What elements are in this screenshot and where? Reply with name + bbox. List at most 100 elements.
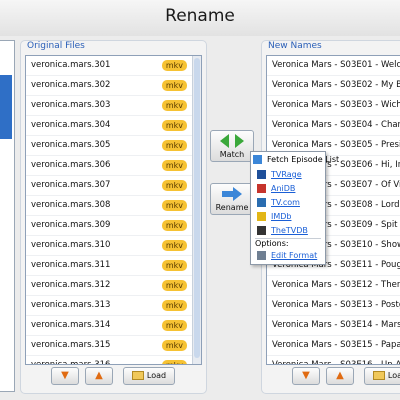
menu-item-tvrage[interactable]: TVRage (257, 169, 302, 181)
file-name: veronica.mars.312 (31, 280, 111, 290)
load-button[interactable]: Load (364, 367, 400, 385)
match-label: Match (219, 150, 245, 159)
vertical-scrollbar[interactable] (192, 56, 201, 364)
file-name: veronica.mars.303 (31, 100, 111, 110)
file-extension-badge: mkv (161, 60, 187, 71)
new-name-row[interactable]: Veronica Mars - S03E12 - There's Got to (267, 276, 400, 296)
file-name: veronica.mars.307 (31, 180, 111, 190)
file-row[interactable]: veronica.mars.316 mkv (26, 356, 201, 365)
new-names-label: New Names (266, 41, 324, 51)
new-name-row[interactable]: Veronica Mars - S03E13 - Postgame Mor (267, 296, 400, 316)
arrow-down-icon: ▼ (61, 370, 69, 381)
file-name: veronica.mars.309 (31, 220, 111, 230)
original-files-label: Original Files (25, 41, 87, 51)
options-label: Options: (255, 239, 289, 248)
file-row[interactable]: veronica.mars.314 mkv (26, 316, 201, 336)
file-name: veronica.mars.314 (31, 320, 111, 330)
file-name: veronica.mars.301 (31, 60, 111, 70)
file-extension-badge: mkv (161, 300, 187, 311)
file-extension-badge: mkv (161, 360, 187, 364)
fetch-episode-list-header: Fetch Episode List (253, 154, 339, 166)
move-down-button[interactable]: ▼ (51, 367, 79, 385)
move-up-button[interactable]: ▲ (85, 367, 113, 385)
file-extension-badge: mkv (161, 140, 187, 151)
file-extension-badge: mkv (161, 160, 187, 171)
menu-item-imdb[interactable]: IMDb (257, 211, 292, 223)
folder-icon (131, 371, 144, 380)
scrollbar-thumb[interactable] (194, 58, 200, 358)
left-sidebar-list[interactable] (0, 40, 15, 392)
load-label: Load (146, 371, 167, 380)
download-arrow-icon (253, 155, 262, 164)
file-extension-badge: mkv (161, 260, 187, 271)
file-row[interactable]: veronica.mars.305 mkv (26, 136, 201, 156)
file-name: veronica.mars.311 (31, 260, 111, 270)
file-row[interactable]: veronica.mars.312 mkv (26, 276, 201, 296)
arrow-up-icon: ▲ (95, 370, 103, 381)
file-row[interactable]: veronica.mars.313 mkv (26, 296, 201, 316)
move-up-button[interactable]: ▲ (326, 367, 354, 385)
file-row[interactable]: veronica.mars.310 mkv (26, 236, 201, 256)
new-name-row[interactable]: Veronica Mars - S03E04 - Charlie Don't S (267, 116, 400, 136)
file-name: veronica.mars.304 (31, 120, 111, 130)
imdb-icon (257, 212, 266, 221)
new-name-row[interactable]: Veronica Mars - S03E01 - Welcome Wag (267, 56, 400, 76)
arrow-down-icon: ▼ (302, 370, 310, 381)
menu-item-tvcom[interactable]: TV.com (257, 197, 300, 209)
file-name: veronica.mars.315 (31, 340, 111, 350)
file-row[interactable]: veronica.mars.302 mkv (26, 76, 201, 96)
new-name-row[interactable]: Veronica Mars - S03E15 - Papa's Cabin (267, 336, 400, 356)
move-down-button[interactable]: ▼ (292, 367, 320, 385)
selected-item[interactable] (0, 75, 12, 139)
menu-item-thetvdb[interactable]: TheTVDB (257, 225, 308, 237)
file-extension-badge: mkv (161, 120, 187, 131)
rename-arrow-icon (222, 187, 242, 201)
file-extension-badge: mkv (161, 280, 187, 291)
file-name: veronica.mars.310 (31, 240, 111, 250)
load-label: Load (387, 371, 400, 380)
file-row[interactable]: veronica.mars.303 mkv (26, 96, 201, 116)
file-row[interactable]: veronica.mars.309 mkv (26, 216, 201, 236)
file-extension-badge: mkv (161, 80, 187, 91)
file-extension-badge: mkv (161, 200, 187, 211)
file-extension-badge: mkv (161, 180, 187, 191)
edit-format-icon (257, 251, 266, 260)
title-bar: Rename (0, 0, 400, 36)
file-name: veronica.mars.302 (31, 80, 111, 90)
file-row[interactable]: veronica.mars.304 mkv (26, 116, 201, 136)
new-name-row[interactable]: Veronica Mars - S03E02 - My Big Fat Gre (267, 76, 400, 96)
menu-item-anidb[interactable]: AniDB (257, 183, 295, 195)
file-extension-badge: mkv (161, 100, 187, 111)
fetch-episode-menu: Fetch Episode List TVRage AniDB TV.com I… (250, 151, 339, 265)
file-extension-badge: mkv (161, 340, 187, 351)
thetvdb-icon (257, 226, 266, 235)
file-row[interactable]: veronica.mars.311 mkv (26, 256, 201, 276)
file-row[interactable]: veronica.mars.308 mkv (26, 196, 201, 216)
match-button[interactable]: Match (210, 130, 254, 162)
new-name-row[interactable]: Veronica Mars - S03E14 - Mars, Bars (267, 316, 400, 336)
tvrage-icon (257, 170, 266, 179)
file-row[interactable]: veronica.mars.306 mkv (26, 156, 201, 176)
folder-icon (372, 371, 385, 380)
file-extension-badge: mkv (161, 320, 187, 331)
file-name: veronica.mars.316 (31, 360, 111, 365)
new-name-row[interactable]: Veronica Mars - S03E03 - Wichita Lineba (267, 96, 400, 116)
rename-label: Rename (215, 203, 249, 212)
file-row[interactable]: veronica.mars.301 mkv (26, 56, 201, 76)
file-row[interactable]: veronica.mars.307 mkv (26, 176, 201, 196)
file-name: veronica.mars.308 (31, 200, 111, 210)
tvcom-icon (257, 198, 266, 207)
file-name: veronica.mars.313 (31, 300, 111, 310)
arrow-up-icon: ▲ (336, 370, 344, 381)
window-title: Rename (165, 6, 235, 26)
rename-button[interactable]: Rename (210, 183, 254, 215)
load-button[interactable]: Load (123, 367, 175, 385)
original-files-list[interactable]: veronica.mars.301 mkv veronica.mars.302 mkv… (25, 55, 202, 365)
menu-item-edit-format[interactable]: Edit Format (257, 250, 317, 262)
match-arrows-icon (220, 134, 244, 148)
file-extension-badge: mkv (161, 220, 187, 231)
original-files-panel: Original Files veronica.mars.301 mkv veron… (20, 40, 207, 394)
file-row[interactable]: veronica.mars.315 mkv (26, 336, 201, 356)
file-extension-badge: mkv (161, 240, 187, 251)
new-name-row[interactable]: Veronica Mars - S03E16 - Un-American G (267, 356, 400, 364)
